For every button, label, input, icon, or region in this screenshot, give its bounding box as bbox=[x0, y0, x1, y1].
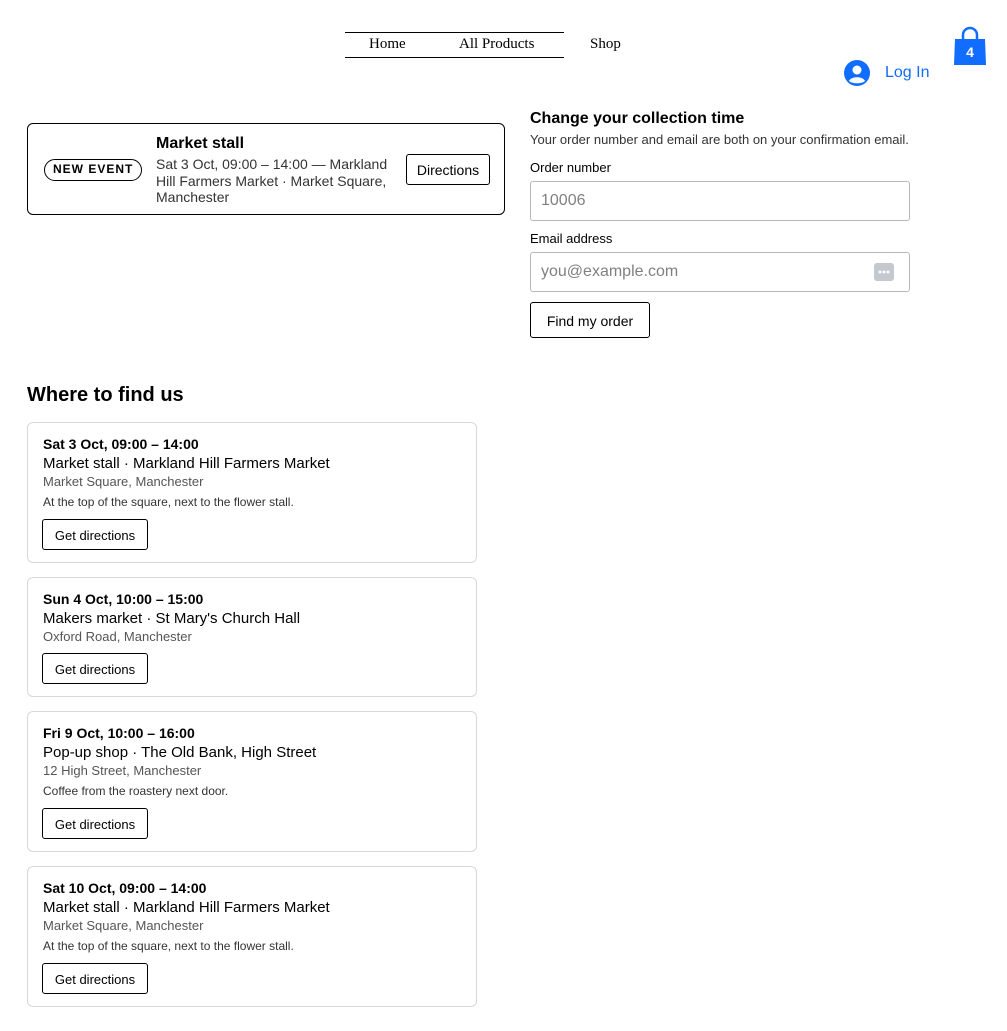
locations-heading: Where to find us bbox=[27, 384, 184, 406]
form-heading: Change your collection time bbox=[530, 110, 745, 127]
location-card: Sat 3 Oct, 09:00 – 14:00 Market stall · … bbox=[27, 422, 477, 563]
location-address: Market Square, Manchester bbox=[43, 918, 204, 933]
login-label: Log In bbox=[885, 64, 930, 81]
get-directions-button[interactable]: Get directions bbox=[42, 653, 148, 684]
location-note: At the top of the square, next to the fl… bbox=[43, 939, 294, 953]
nav-home[interactable]: Home bbox=[369, 36, 406, 53]
order-number-label: Order number bbox=[530, 160, 611, 175]
event-title: Market stall bbox=[156, 135, 245, 152]
location-card: Sat 10 Oct, 09:00 – 14:00 Market stall ·… bbox=[27, 866, 477, 1007]
email-label: Email address bbox=[530, 231, 613, 246]
main-nav: Home All Products Shop bbox=[345, 32, 645, 58]
location-note: Coffee from the roastery next door. bbox=[43, 784, 229, 798]
get-directions-button[interactable]: Get directions bbox=[42, 519, 148, 550]
login-button[interactable]: Log In bbox=[844, 59, 929, 87]
get-directions-button[interactable]: Get directions bbox=[42, 963, 148, 994]
event-card: NEW EVENT Market stall Sat 3 Oct, 09:00 … bbox=[27, 123, 505, 215]
cart-button[interactable]: 4 bbox=[953, 25, 987, 67]
location-note: At the top of the square, next to the fl… bbox=[43, 495, 294, 509]
location-date: Sat 10 Oct, 09:00 – 14:00 bbox=[43, 880, 207, 896]
location-address: Oxford Road, Manchester bbox=[43, 629, 192, 644]
location-place: Pop-up shop · The Old Bank, High Street bbox=[43, 744, 317, 761]
nav-all-products[interactable]: All Products bbox=[459, 36, 534, 53]
location-card: Sun 4 Oct, 10:00 – 15:00 Makers market ·… bbox=[27, 577, 477, 697]
location-date: Sat 3 Oct, 09:00 – 14:00 bbox=[43, 436, 199, 452]
location-address: Market Square, Manchester bbox=[43, 474, 204, 489]
location-address: 12 High Street, Manchester bbox=[43, 763, 202, 778]
nav-shop[interactable]: Shop bbox=[590, 36, 621, 53]
location-date: Sun 4 Oct, 10:00 – 15:00 bbox=[43, 591, 204, 607]
location-date: Fri 9 Oct, 10:00 – 16:00 bbox=[43, 725, 195, 741]
location-card: Fri 9 Oct, 10:00 – 16:00 Pop-up shop · T… bbox=[27, 711, 477, 852]
location-place: Market stall · Markland Hill Farmers Mar… bbox=[43, 455, 330, 472]
autofill-icon[interactable] bbox=[874, 263, 894, 281]
get-directions-button[interactable]: Get directions bbox=[42, 808, 148, 839]
directions-button[interactable]: Directions bbox=[406, 154, 490, 185]
location-place: Market stall · Markland Hill Farmers Mar… bbox=[43, 899, 330, 916]
cart-count: 4 bbox=[966, 44, 974, 60]
find-order-button[interactable]: Find my order bbox=[530, 302, 650, 338]
order-number-input[interactable] bbox=[530, 181, 910, 221]
new-event-badge: NEW EVENT bbox=[44, 159, 143, 181]
user-avatar-icon bbox=[844, 60, 870, 86]
email-input[interactable] bbox=[530, 252, 910, 292]
location-place: Makers market · St Mary's Church Hall bbox=[43, 610, 301, 627]
form-subtext: Your order number and email are both on … bbox=[530, 132, 909, 147]
event-description: Sat 3 Oct, 09:00 – 14:00 — Markland Hill… bbox=[156, 156, 388, 205]
